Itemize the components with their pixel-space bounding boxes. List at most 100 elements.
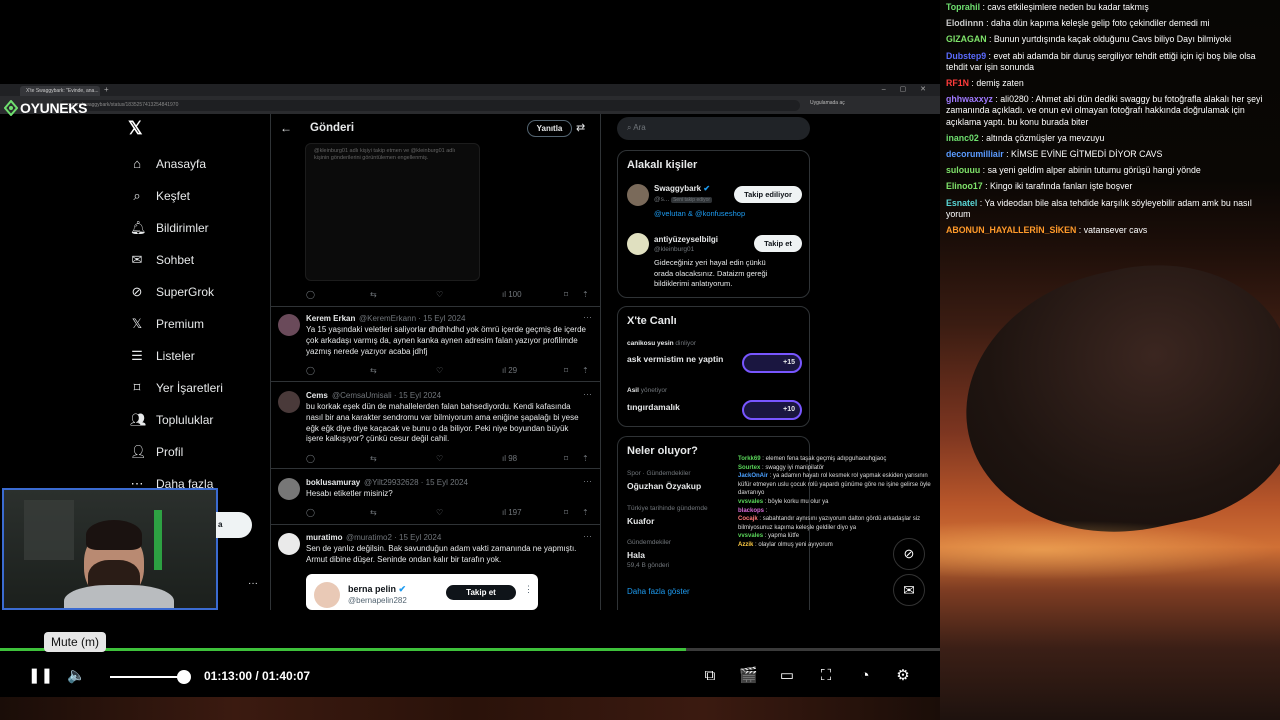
volume-slider-knob[interactable] bbox=[176, 670, 191, 684]
more-icon[interactable]: ⋯ bbox=[583, 389, 592, 400]
post-author[interactable]: boklusamuray bbox=[306, 478, 360, 487]
volume-icon[interactable]: 🔈 bbox=[67, 667, 86, 685]
adjust-icon[interactable]: ⇄ bbox=[576, 121, 585, 134]
avatar[interactable] bbox=[278, 314, 300, 336]
window-controls[interactable]: – ▢ ✕ bbox=[882, 85, 932, 93]
miniplayer-icon[interactable]: ⧉ bbox=[701, 667, 719, 685]
new-tab-icon[interactable]: + bbox=[104, 85, 109, 94]
repost-icon[interactable]: ⇆ bbox=[370, 454, 377, 463]
chat-username[interactable]: Esnatel bbox=[946, 198, 977, 208]
more-icon[interactable]: ⋯ bbox=[583, 531, 592, 542]
profile-icon: 👤︎ bbox=[130, 444, 147, 459]
avatar[interactable] bbox=[278, 533, 300, 555]
nav-item[interactable]: 👥︎ Topluluklar bbox=[130, 413, 213, 428]
avatar bbox=[627, 184, 649, 206]
chat-username[interactable]: GIZAGAN bbox=[946, 34, 987, 44]
post-author[interactable]: Cems bbox=[306, 391, 328, 400]
playback-speed-icon[interactable]: ◔ bbox=[856, 667, 874, 685]
follow-button[interactable]: Takip et bbox=[446, 585, 516, 600]
chat-username[interactable]: sulouuu bbox=[946, 165, 980, 175]
follow-button[interactable]: Takip et bbox=[754, 235, 802, 252]
like-icon[interactable]: ♡ bbox=[436, 290, 443, 299]
back-arrow-icon[interactable]: ← bbox=[280, 121, 292, 135]
nav-item[interactable]: ⌂ Anasayfa bbox=[130, 157, 206, 172]
following-button[interactable]: Takip ediliyor bbox=[734, 186, 802, 203]
browser-tab[interactable]: X'te Swaggybark: "Evinde, ana... bbox=[20, 86, 100, 96]
chat-username[interactable]: ghhwaxxyz bbox=[946, 94, 993, 104]
more-icon[interactable]: ⋯ bbox=[583, 312, 592, 323]
share-icon[interactable]: ⇡ bbox=[582, 290, 589, 299]
post-button[interactable]: a bbox=[216, 512, 252, 538]
chat-username[interactable]: RF1N bbox=[946, 78, 969, 88]
video-progress-bar[interactable] bbox=[0, 648, 940, 651]
post-author[interactable]: Kerem Erkan bbox=[306, 314, 355, 323]
reply-icon[interactable]: ◯ bbox=[306, 508, 315, 517]
nav-item[interactable]: ⌑ Yer İşaretleri bbox=[130, 381, 223, 396]
more-icon[interactable]: ⋯ bbox=[583, 476, 592, 487]
embedded-profile-card[interactable]: berna pelin ✔ @bernapelin282 Takip et ⋮ bbox=[306, 574, 538, 610]
avatar[interactable] bbox=[278, 478, 300, 500]
nav-item[interactable]: ✉ Sohbet bbox=[130, 253, 195, 268]
chat-message: Toprahil : cavs etkileşimlere neden bu k… bbox=[946, 2, 1149, 12]
bookmark-icon[interactable]: ⌑ bbox=[564, 454, 568, 463]
like-icon[interactable]: ♡ bbox=[436, 366, 443, 375]
nav-item[interactable]: ⊘ SuperGrok bbox=[130, 285, 214, 300]
space-listeners[interactable]: +15 bbox=[742, 353, 802, 373]
views-icon[interactable]: ıl 100 bbox=[502, 290, 522, 299]
cinema-icon[interactable]: 🎬 bbox=[739, 667, 758, 685]
chat-username[interactable]: Toprahil bbox=[946, 2, 980, 12]
trend-name[interactable]: Kuafor bbox=[627, 516, 654, 526]
share-icon[interactable]: ⇡ bbox=[582, 454, 589, 463]
reply-icon[interactable]: ◯ bbox=[306, 290, 315, 299]
trend-name[interactable]: Oğuzhan Özyakup bbox=[627, 481, 701, 491]
views-icon[interactable]: ıl 29 bbox=[502, 366, 517, 375]
nav-item[interactable]: ☰ Listeler bbox=[130, 349, 195, 364]
reply-icon[interactable]: ◯ bbox=[306, 454, 315, 463]
bell-icon: 🔔︎ bbox=[130, 220, 147, 235]
bookmark-icon[interactable]: ⌑ bbox=[564, 366, 568, 375]
nav-item[interactable]: 🔔︎ Bildirimler bbox=[130, 220, 209, 236]
bookmark-icon[interactable]: ⌑ bbox=[564, 508, 568, 517]
more-icon[interactable]: ··· bbox=[248, 578, 258, 589]
divider bbox=[271, 524, 600, 525]
bookmark-icon[interactable]: ⌑ bbox=[564, 290, 568, 299]
space-listeners[interactable]: +10 bbox=[742, 400, 802, 420]
post-author[interactable]: muratimo bbox=[306, 533, 342, 542]
repost-icon[interactable]: ⇆ bbox=[370, 290, 377, 299]
reply-button[interactable]: Yanıtla bbox=[527, 120, 572, 137]
chat-username[interactable]: Dubstep9 bbox=[946, 51, 986, 61]
settings-icon[interactable]: ⚙ bbox=[894, 667, 912, 685]
pause-icon[interactable]: ❚❚ bbox=[28, 667, 53, 685]
like-icon[interactable]: ♡ bbox=[436, 454, 443, 463]
like-icon[interactable]: ♡ bbox=[436, 508, 443, 517]
fullscreen-icon[interactable]: ⛶ bbox=[817, 667, 835, 685]
chat-username[interactable]: Elinoo17 bbox=[946, 181, 983, 191]
x-logo-icon[interactable]: 𝕏 bbox=[128, 118, 143, 139]
nav-item[interactable]: 👤︎ Profil bbox=[130, 444, 183, 460]
open-in-app-button[interactable]: Uygulamada aç bbox=[810, 100, 845, 106]
avatar[interactable] bbox=[278, 391, 300, 413]
messages-icon[interactable]: ✉ bbox=[893, 574, 925, 606]
views-icon[interactable]: ıl 98 bbox=[502, 454, 517, 463]
nav-item[interactable]: 𝕏 Premium bbox=[130, 317, 204, 332]
chat-username[interactable]: ABONUN_HAYALLERİN_SİKEN bbox=[946, 225, 1076, 235]
chat-username[interactable]: inanc02 bbox=[946, 133, 979, 143]
reply-icon[interactable]: ◯ bbox=[306, 366, 315, 375]
nav-item[interactable]: ⌕ Keşfet bbox=[130, 189, 190, 204]
repost-icon[interactable]: ⇆ bbox=[370, 508, 377, 517]
more-icon[interactable]: ⋮ bbox=[524, 584, 533, 595]
space-topic[interactable]: tıngırdamalık bbox=[627, 402, 680, 412]
chat-username[interactable]: decorumilliair bbox=[946, 149, 1004, 159]
repost-icon[interactable]: ⇆ bbox=[370, 366, 377, 375]
search-input[interactable]: ⌕ Ara bbox=[617, 117, 810, 140]
show-more-link[interactable]: Daha fazla göster bbox=[627, 587, 690, 596]
views-icon[interactable]: ıl 197 bbox=[502, 508, 522, 517]
space-topic[interactable]: ask vermistim ne yaptin bbox=[627, 354, 723, 364]
person-mentions[interactable]: @velutan & @konfuseshop bbox=[654, 209, 745, 218]
chat-username[interactable]: Elodinnn bbox=[946, 18, 984, 28]
trend-name[interactable]: Hala bbox=[627, 550, 645, 560]
url-field[interactable]: x.com/swaggybark/status/1835257413254841… bbox=[60, 100, 800, 111]
theater-icon[interactable]: ▭ bbox=[778, 667, 796, 685]
share-icon[interactable]: ⇡ bbox=[582, 508, 589, 517]
share-icon[interactable]: ⇡ bbox=[582, 366, 589, 375]
